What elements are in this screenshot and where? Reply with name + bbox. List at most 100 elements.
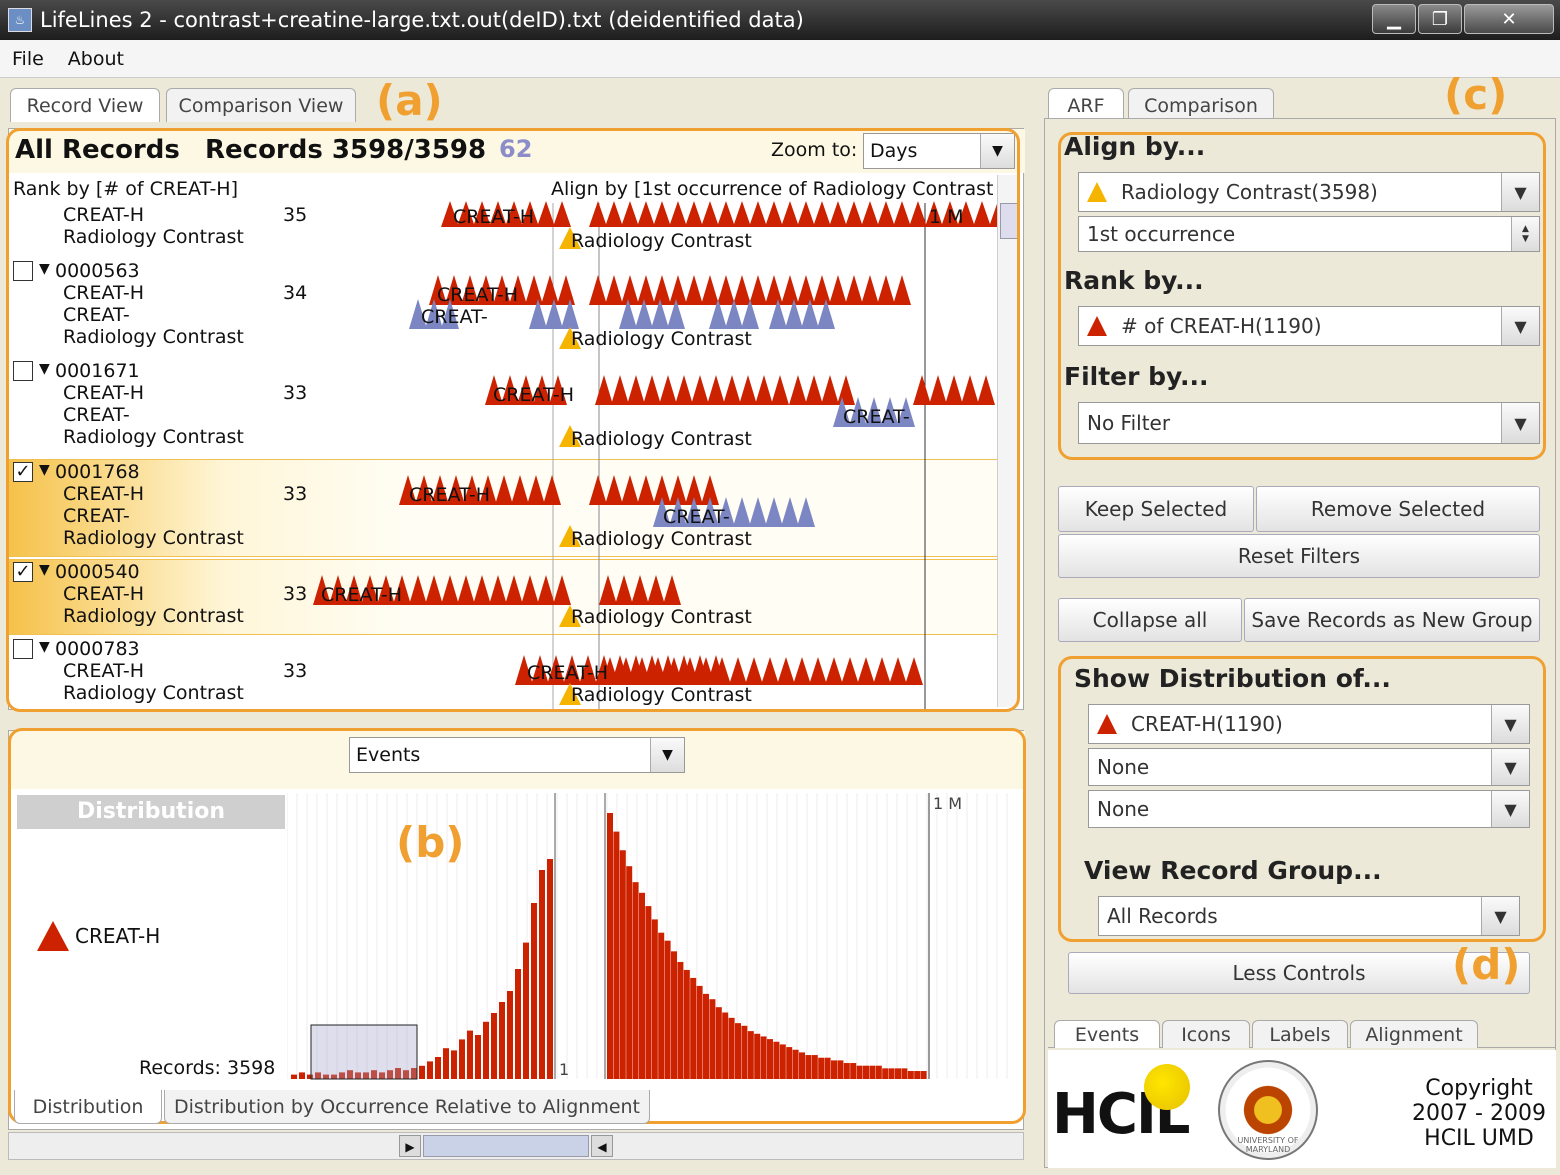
scroll-right-icon[interactable]: ▶ (399, 1135, 421, 1157)
occurrence-spinner[interactable]: 1st occurrence ▲ ▼ (1078, 216, 1540, 252)
histogram-bar (671, 951, 677, 1079)
distribution-select-3[interactable]: None ▼ (1088, 790, 1530, 828)
histogram-bar (779, 1044, 786, 1079)
tab-record-view[interactable]: Record View (10, 88, 160, 122)
triangle-icon (1087, 316, 1107, 336)
event-label: Radiology Contrast (571, 328, 752, 350)
minimize-button[interactable]: ▁ (1372, 4, 1416, 34)
tab-icons[interactable]: Icons (1162, 1020, 1250, 1048)
creat-h-event (805, 375, 823, 405)
histogram-bar (645, 906, 652, 1079)
creat-h-event (611, 375, 629, 405)
save-group-button[interactable]: Save Records as New Group (1244, 598, 1540, 642)
creat-h-event (877, 201, 895, 227)
events-value: Events (356, 744, 421, 766)
creat-h-event (621, 475, 639, 505)
creat-h-event (595, 375, 613, 405)
rank-by-select[interactable]: # of CREAT-H(1190) ▼ (1078, 306, 1540, 346)
creat-h-event (525, 275, 543, 305)
creat-h-event (659, 375, 677, 405)
histogram-bar (920, 1071, 927, 1079)
show-distribution-heading: Show Distribution of... (1074, 664, 1391, 693)
creat-h-event (489, 575, 507, 605)
tab-events[interactable]: Events (1054, 1020, 1160, 1048)
distribution-select-1[interactable]: CREAT-H(1190) ▼ (1088, 704, 1530, 744)
menu-about[interactable]: About (56, 48, 136, 70)
creat-h-event (821, 375, 839, 405)
histogram-bar (475, 1035, 481, 1079)
records-total: Records: 3598 (139, 1057, 276, 1079)
range-selection[interactable] (310, 1024, 418, 1080)
chevron-down-icon[interactable]: ▼ (1491, 791, 1529, 827)
tab-comparison[interactable]: Comparison (1128, 88, 1274, 122)
histogram-bar (837, 1060, 844, 1079)
creat-h-event (505, 575, 523, 605)
chevron-down-icon[interactable]: ▼ (1491, 749, 1529, 785)
creat-h-event (631, 575, 649, 605)
spinner-arrows-icon[interactable]: ▲ ▼ (1511, 217, 1539, 251)
creat-h-event (637, 475, 655, 505)
align-by-select[interactable]: Radiology Contrast(3598) ▼ (1078, 172, 1540, 212)
creat-h-event (553, 575, 571, 605)
records-scrollbar[interactable] (997, 175, 1019, 707)
creat-h-event (441, 575, 459, 605)
creat-h-event (653, 275, 671, 305)
creat-h-event (685, 201, 703, 227)
reset-filters-button[interactable]: Reset Filters (1058, 534, 1540, 578)
scroll-thumb[interactable] (423, 1135, 589, 1157)
collapse-all-button[interactable]: Collapse all (1058, 598, 1242, 642)
window-controls: ▁ ❐ ✕ (1372, 4, 1554, 34)
creat-h-event (813, 201, 831, 227)
chevron-down-icon[interactable]: ▼ (1501, 403, 1539, 443)
align-by-value: Radiology Contrast(3598) (1121, 180, 1378, 204)
event-label: CREAT-H (453, 206, 534, 228)
scroll-thumb[interactable] (1000, 203, 1018, 239)
histogram-bar (607, 813, 613, 1079)
tab-comparison-view[interactable]: Comparison View (166, 88, 356, 122)
record-group-select[interactable]: All Records ▼ (1098, 896, 1520, 936)
timeline-hscroll[interactable]: ▶ ◀ (8, 1132, 1024, 1160)
creat-h-event (809, 657, 827, 685)
creat-h-event (929, 375, 947, 405)
tab-distribution-occurrence[interactable]: Distribution by Occurrence Relative to A… (164, 1090, 650, 1124)
histogram-bar (818, 1057, 825, 1079)
chevron-down-icon[interactable]: ▼ (1501, 307, 1539, 345)
creat-h-event (905, 657, 923, 685)
creat-h-event (945, 375, 963, 405)
event-label: CREAT-H (437, 284, 518, 306)
tab-distribution[interactable]: Distribution (14, 1090, 162, 1124)
triangle-icon (37, 921, 69, 951)
chevron-down-icon[interactable]: ▼ (1481, 897, 1519, 935)
event-label: CREAT- (843, 406, 910, 428)
remove-selected-button[interactable]: Remove Selected (1256, 486, 1540, 532)
tab-labels[interactable]: Labels (1252, 1020, 1348, 1048)
menu-file[interactable]: File (0, 48, 56, 70)
record-group-value: All Records (1107, 904, 1218, 928)
distribution-select-2[interactable]: None ▼ (1088, 748, 1530, 786)
histogram-bar (786, 1047, 793, 1079)
histogram-bar (747, 1031, 754, 1079)
histogram-bar (696, 985, 703, 1079)
chevron-down-icon[interactable]: ▼ (650, 738, 684, 772)
creat-h-event (973, 201, 991, 227)
keep-selected-button[interactable]: Keep Selected (1058, 486, 1254, 532)
tab-arf[interactable]: ARF (1048, 88, 1124, 122)
creat-h-event (553, 201, 571, 227)
chevron-down-icon[interactable]: ▼ (1491, 705, 1529, 743)
histogram-bar (690, 977, 697, 1079)
creat-h-event (605, 201, 623, 227)
histogram-bar (658, 932, 665, 1079)
creat-h-event (749, 201, 767, 227)
creat-h-event (605, 475, 623, 505)
chevron-down-icon[interactable]: ▼ (1501, 173, 1539, 211)
creat-h-event (797, 201, 815, 227)
events-select[interactable]: Events ▼ (349, 737, 685, 773)
scroll-left-icon[interactable]: ◀ (591, 1135, 613, 1157)
histogram-bar (831, 1060, 837, 1079)
maximize-button[interactable]: ❐ (1418, 4, 1462, 34)
filter-by-select[interactable]: No Filter ▼ (1078, 402, 1540, 444)
histogram-bar (856, 1065, 863, 1079)
tab-alignment[interactable]: Alignment (1350, 1020, 1478, 1048)
close-button[interactable]: ✕ (1464, 4, 1554, 34)
histogram-bar (773, 1041, 780, 1079)
